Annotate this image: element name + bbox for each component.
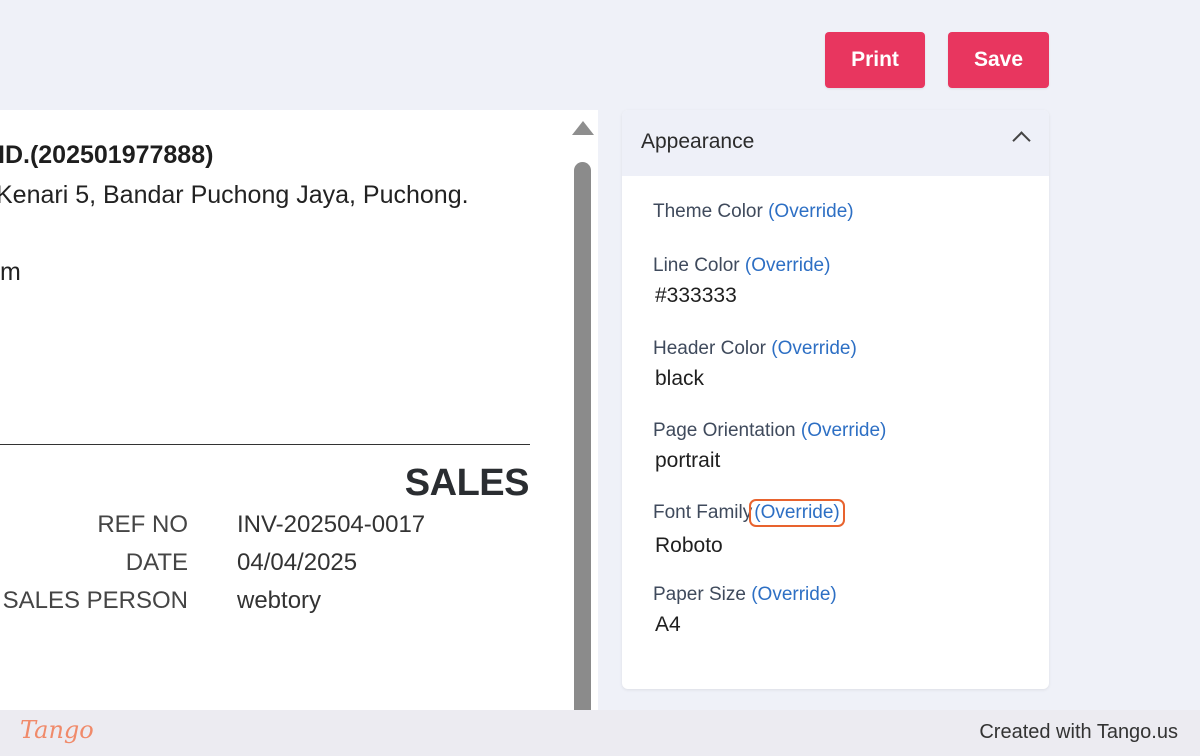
font-family-field: Font Family (Override) Roboto bbox=[653, 499, 845, 558]
header-color-override-link[interactable]: (Override) bbox=[771, 338, 857, 359]
theme-color-override-link[interactable]: (Override) bbox=[768, 201, 854, 222]
ref-no-value: INV-202504-0017 bbox=[237, 511, 426, 538]
header-color-label: Header Color bbox=[653, 338, 766, 359]
created-with-credit: Created with Tango.us bbox=[979, 721, 1178, 743]
scrollbar-thumb[interactable] bbox=[574, 162, 591, 722]
appearance-panel: Appearance Theme Color (Override) Line C… bbox=[622, 110, 1049, 689]
appearance-title: Appearance bbox=[641, 130, 755, 153]
save-button[interactable]: Save bbox=[948, 32, 1049, 88]
paper-size-label: Paper Size bbox=[653, 584, 746, 605]
scroll-up-arrow-icon[interactable] bbox=[572, 121, 594, 135]
font-family-label: Font Family bbox=[653, 502, 753, 523]
tango-logo: Tango bbox=[20, 716, 94, 744]
company-registration: ID.(202501977888) bbox=[0, 141, 214, 169]
paper-size-value: A4 bbox=[655, 613, 681, 636]
chevron-up-icon[interactable] bbox=[1012, 131, 1031, 150]
footer-bar: Tango Created with Tango.us bbox=[0, 710, 1200, 756]
line-color-field: Line Color (Override) #333333 bbox=[653, 255, 830, 308]
paper-size-field: Paper Size (Override) A4 bbox=[653, 584, 837, 637]
font-family-value: Roboto bbox=[655, 534, 723, 557]
ref-no-label: REF NO bbox=[97, 511, 188, 538]
header-color-field: Header Color (Override) black bbox=[653, 338, 857, 391]
header-color-value: black bbox=[655, 367, 705, 390]
date-label: DATE bbox=[125, 549, 188, 576]
company-address: Kenari 5, Bandar Puchong Jaya, Puchong. bbox=[0, 181, 469, 209]
sales-person-value: webtory bbox=[237, 587, 322, 614]
page-orientation-override-link[interactable]: (Override) bbox=[801, 420, 887, 441]
document-title: SALES bbox=[404, 462, 530, 504]
page-orientation-value: portrait bbox=[655, 449, 721, 472]
page-orientation-label: Page Orientation bbox=[653, 420, 796, 441]
field-label: Font Family (Override) bbox=[653, 499, 845, 527]
date-value: 04/04/2025 bbox=[237, 549, 358, 576]
field-label: Page Orientation (Override) bbox=[653, 420, 886, 442]
header-divider bbox=[0, 444, 530, 445]
print-button[interactable]: Print bbox=[825, 32, 925, 88]
page-orientation-field: Page Orientation (Override) portrait bbox=[653, 420, 886, 473]
document-preview: ID.(202501977888) Kenari 5, Bandar Pucho… bbox=[0, 110, 598, 710]
field-label: Paper Size (Override) bbox=[653, 584, 837, 606]
line-color-value: #333333 bbox=[655, 284, 737, 307]
appearance-panel-header[interactable]: Appearance bbox=[622, 110, 1049, 176]
document-scrollbar[interactable] bbox=[568, 110, 598, 722]
line-color-override-link[interactable]: (Override) bbox=[745, 255, 831, 276]
field-label: Line Color (Override) bbox=[653, 255, 830, 277]
screen: Print Save ID.(202501977888) Kenari 5, B… bbox=[0, 0, 1200, 756]
paper-size-override-link[interactable]: (Override) bbox=[751, 584, 837, 605]
field-label: Header Color (Override) bbox=[653, 338, 857, 360]
company-contact-fragment: m bbox=[0, 258, 21, 286]
sales-person-label: SALES PERSON bbox=[2, 587, 188, 614]
theme-color-field: Theme Color (Override) bbox=[653, 201, 854, 223]
field-label: Theme Color (Override) bbox=[653, 201, 854, 223]
line-color-label: Line Color bbox=[653, 255, 740, 276]
font-family-override-link[interactable]: (Override) bbox=[749, 499, 845, 527]
theme-color-label: Theme Color bbox=[653, 201, 763, 222]
